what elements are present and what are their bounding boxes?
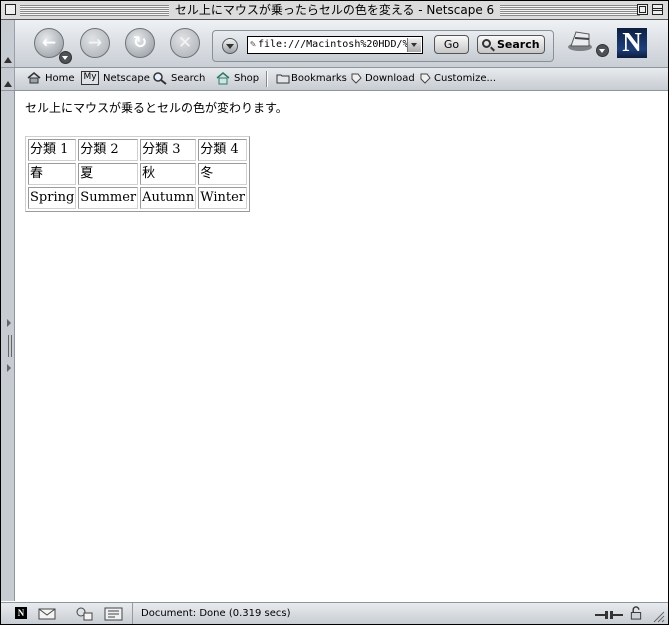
navigation-toolbar: ← → ↻ ✕ ✎ file:///Macintosh%20HDD/%9 Go S… [1, 20, 668, 68]
sidebar-hat-icon[interactable] [567, 26, 597, 56]
grip-arrow-icon [4, 57, 12, 63]
netscape-logo[interactable]: N [617, 28, 647, 58]
shop-label: Shop [234, 73, 260, 84]
page-proxy-icon[interactable]: ✎ [248, 37, 258, 53]
composer-icon[interactable] [104, 607, 124, 621]
content-area: セル上にマウスが乗るとセルの色が変わります。 分類 1 分類 2 分類 3 分類… [1, 91, 668, 601]
table-cell[interactable]: 分類 4 [198, 139, 247, 161]
zoom-box-icon[interactable] [637, 4, 648, 15]
shop-icon [216, 71, 230, 84]
collapse-box-icon[interactable] [652, 4, 663, 15]
intro-text: セル上にマウスが乗るとセルの色が変わります。 [25, 101, 288, 115]
toolbar-separator [266, 71, 268, 87]
search-link[interactable]: Search [153, 68, 205, 90]
table-row: 春 夏 秋 冬 [28, 163, 247, 185]
url-text: file:///Macintosh%20HDD/%9 [258, 39, 415, 50]
personal-toolbar-grip[interactable] [1, 68, 15, 90]
resize-grip-icon[interactable] [651, 609, 665, 623]
hat-dropdown-icon[interactable] [596, 44, 609, 57]
reload-icon: ↻ [132, 33, 148, 53]
personal-toolbar: Home My Netscape Search Shop Bookmarks D… [1, 68, 668, 91]
table-cell[interactable]: 冬 [198, 163, 247, 185]
download-link[interactable]: Download [350, 68, 415, 90]
window-title-container: セル上にマウスが乗ったらセルの色を変える - Netscape 6 [1, 2, 668, 18]
url-dropdown-icon[interactable] [407, 38, 421, 52]
status-text: Document: Done (0.319 secs) [132, 603, 291, 624]
table-cell[interactable]: 秋 [140, 163, 197, 185]
mail-icon[interactable] [38, 607, 56, 621]
bookmarks-label: Bookmarks [291, 73, 347, 84]
table-cell[interactable]: 分類 3 [140, 139, 197, 161]
home-icon [27, 72, 41, 84]
security-lock-icon[interactable] [629, 606, 643, 620]
location-history-dropdown-icon[interactable] [222, 38, 238, 54]
customize-link[interactable]: Customize... [419, 68, 496, 90]
folder-icon [276, 74, 290, 83]
stop-icon: ✕ [177, 33, 193, 53]
location-bar: ✎ file:///Macintosh%20HDD/%9 Go Search [212, 30, 554, 62]
search-icon [153, 71, 167, 85]
reload-button[interactable]: ↻ [125, 28, 155, 58]
window-title: セル上にマウスが乗ったらセルの色を変える - Netscape 6 [168, 3, 501, 17]
table-cell[interactable]: 分類 2 [78, 139, 139, 161]
bookmark-icon [420, 73, 431, 84]
hover-color-table: 分類 1 分類 2 分類 3 分類 4 春 夏 秋 冬 Spring Summe… [25, 136, 250, 212]
url-input[interactable]: ✎ file:///Macintosh%20HDD/%9 [247, 36, 423, 54]
my-netscape-icon: My [81, 71, 99, 85]
bookmark-icon [351, 73, 362, 84]
browser-window: セル上にマウスが乗ったらセルの色を変える - Netscape 6 ← → ↻ … [0, 0, 669, 625]
home-link[interactable]: Home [27, 68, 75, 90]
online-status-icon[interactable] [595, 608, 623, 622]
sidebar-splitter[interactable] [1, 91, 15, 601]
table-cell[interactable]: 春 [28, 163, 77, 185]
netscape-n-icon[interactable]: N [15, 607, 27, 619]
back-history-dropdown-icon[interactable] [59, 51, 72, 64]
magnifier-icon [482, 39, 491, 48]
search-button-label: Search [497, 38, 540, 51]
title-bar[interactable]: セル上にマウスが乗ったらセルの色を変える - Netscape 6 [1, 1, 668, 20]
status-bar: N Document: Done (0.319 secs) [1, 602, 668, 624]
grip-arrow-icon [4, 81, 12, 87]
customize-label: Customize... [434, 73, 497, 84]
forward-arrow-icon: → [87, 33, 103, 53]
home-label: Home [45, 73, 75, 84]
table-cell[interactable]: Summer [78, 187, 139, 209]
table-cell[interactable]: Autumn [140, 187, 197, 209]
download-label: Download [365, 73, 415, 84]
table-cell[interactable]: 分類 1 [28, 139, 77, 161]
table-row: Spring Summer Autumn Winter [28, 187, 247, 209]
navbar-collapse-grip[interactable] [1, 20, 15, 67]
bookmarks-menu[interactable]: Bookmarks [276, 68, 347, 90]
splitter-grip-icon [8, 335, 12, 357]
shop-link[interactable]: Shop [216, 68, 259, 90]
web-page: セル上にマウスが乗るとセルの色が変わります。 分類 1 分類 2 分類 3 分類… [25, 100, 288, 212]
table-cell[interactable]: Spring [28, 187, 77, 209]
go-button[interactable]: Go [434, 35, 469, 54]
instant-messenger-icon[interactable] [75, 607, 93, 621]
search-label: Search [171, 73, 206, 84]
table-cell[interactable]: Winter [198, 187, 247, 209]
search-button[interactable]: Search [477, 35, 545, 54]
back-arrow-icon: ← [41, 33, 57, 53]
stop-button[interactable]: ✕ [170, 28, 200, 58]
sidebar-open-arrow-icon[interactable] [7, 364, 11, 372]
table-cell[interactable]: 夏 [78, 163, 139, 185]
sidebar-open-arrow-icon[interactable] [7, 319, 11, 327]
forward-button[interactable]: → [80, 28, 110, 58]
netscape-label: Netscape [103, 73, 150, 84]
my-netscape-link[interactable]: My Netscape [81, 68, 150, 90]
table-row: 分類 1 分類 2 分類 3 分類 4 [28, 139, 247, 161]
